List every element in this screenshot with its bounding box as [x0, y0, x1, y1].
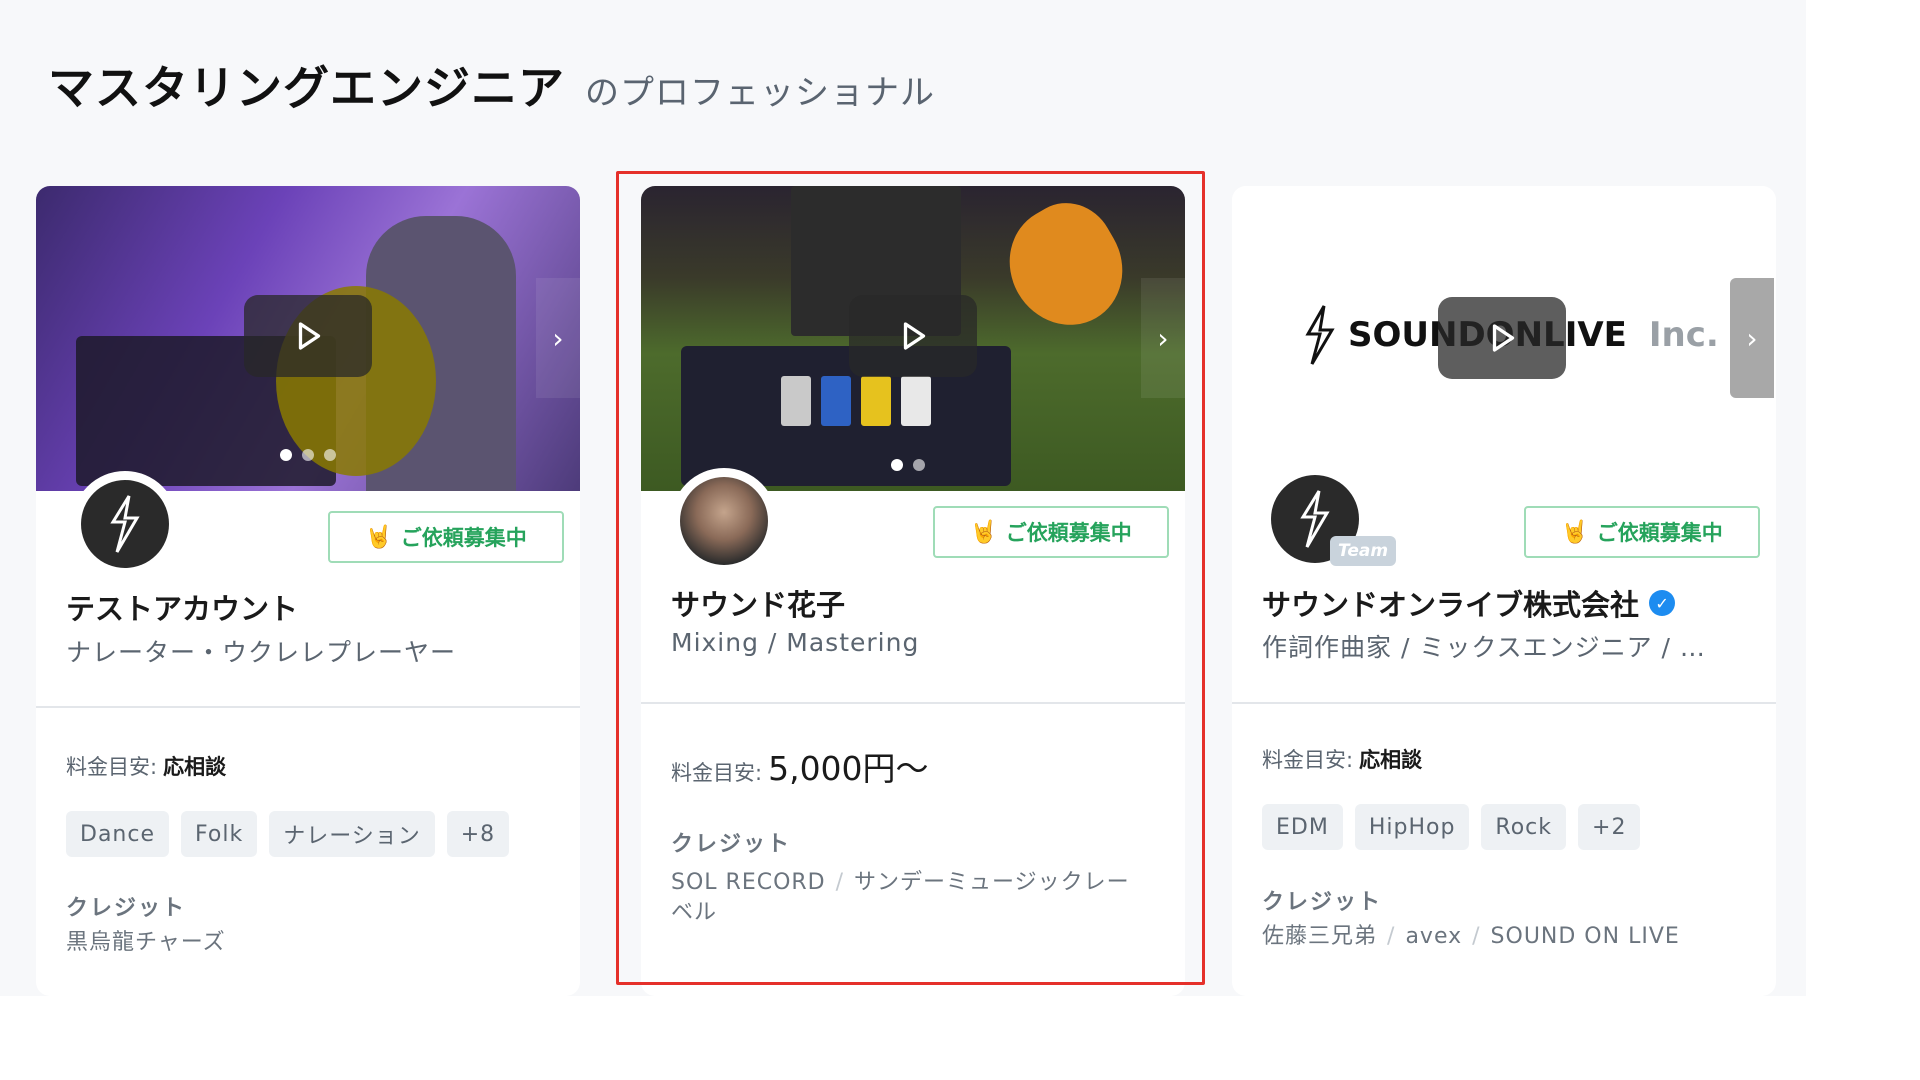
profile-card[interactable]: SOUNDONLIVE Inc. › Team 🤘 ご依頼募集中 サウンドオンラ…	[1232, 186, 1776, 996]
genre-tag[interactable]: HipHop	[1354, 804, 1470, 850]
genre-tag[interactable]: Rock	[1481, 804, 1567, 850]
credit-item: SOUND ON LIVE	[1490, 924, 1680, 949]
rock-hand-icon: 🤘	[970, 519, 998, 545]
bolt-logo-icon	[1305, 305, 1335, 365]
credit-label: クレジット	[66, 896, 187, 921]
credit-item: SOL RECORD	[671, 870, 826, 895]
bolt-logo-icon	[110, 495, 140, 553]
carousel-dot[interactable]	[280, 449, 292, 461]
divider	[1232, 702, 1776, 704]
verified-check-icon: ✓	[1649, 590, 1676, 616]
next-slide-button[interactable]: ›	[1730, 278, 1774, 398]
profile-role: ナレーター・ウクレレプレーヤー	[66, 638, 457, 667]
credit-item: 佐藤三兄弟	[1262, 924, 1378, 949]
profile-card[interactable]: › 🤘 ご依頼募集中 テストアカウント ナレーター・ウクレレプレーヤー 料金目安…	[36, 186, 580, 996]
genre-tag[interactable]: EDM	[1262, 804, 1343, 850]
play-icon	[298, 322, 321, 350]
carousel-dot[interactable]	[302, 449, 314, 461]
professionals-section: マスタリングエンジニア のプロフェッショナル › 🤘 ご依頼募集中 テストアカウ…	[0, 0, 1806, 996]
credit-item: 黒烏龍チャーズ	[66, 930, 226, 955]
next-slide-button[interactable]: ›	[536, 278, 580, 398]
price-value: 応相談	[163, 755, 227, 779]
avatar[interactable]: Team	[1262, 466, 1396, 572]
credit-item: avex	[1405, 924, 1463, 949]
section-title: マスタリングエンジニア	[48, 61, 565, 115]
genre-tag[interactable]: Dance	[66, 811, 169, 857]
play-button[interactable]	[1438, 297, 1566, 379]
rock-hand-icon: 🤘	[365, 524, 393, 550]
profile-name[interactable]: サウンド花子	[671, 582, 845, 624]
credit-label: クレジット	[671, 832, 792, 857]
carousel-dots	[280, 449, 336, 461]
carousel-dot[interactable]	[913, 459, 925, 471]
chevron-right-icon: ›	[1746, 321, 1758, 355]
recruiting-badge: 🤘 ご依頼募集中	[933, 506, 1169, 558]
section-heading: マスタリングエンジニア のプロフェッショナル	[48, 52, 935, 118]
carousel-dot[interactable]	[891, 459, 903, 471]
guitar-image	[988, 186, 1144, 346]
section-subtitle: のプロフェッショナル	[585, 73, 935, 113]
profile-name[interactable]: テストアカウント	[66, 586, 298, 628]
play-button[interactable]	[849, 295, 977, 377]
rock-hand-icon: 🤘	[1561, 519, 1589, 545]
play-button[interactable]	[244, 295, 372, 377]
price-value: 応相談	[1359, 748, 1423, 772]
avatar[interactable]	[72, 471, 178, 577]
team-badge: Team	[1330, 536, 1396, 566]
carousel-dots	[891, 459, 925, 471]
card-thumbnail[interactable]: ›	[36, 186, 580, 491]
play-icon	[1492, 324, 1515, 352]
play-icon	[903, 322, 926, 350]
profile-role: 作詞作曲家 / ミックスエンジニア / …	[1262, 633, 1706, 662]
genre-tags: Dance Folk ナレーション +8	[66, 811, 510, 857]
credit-label: クレジット	[1262, 890, 1383, 915]
price-info: 料金目安: 5,000円〜	[671, 742, 929, 790]
genre-tag[interactable]: ナレーション	[269, 811, 435, 857]
credit-list: 黒烏龍チャーズ	[66, 928, 546, 958]
more-tags[interactable]: +2	[1578, 804, 1641, 850]
profile-card[interactable]: › 🤘 ご依頼募集中 サウンド花子 Mixing / Mastering 料金目…	[641, 186, 1185, 996]
profile-role: Mixing / Mastering	[671, 628, 920, 657]
credit-list: 佐藤三兄弟 / avex / SOUND ON LIVE	[1262, 924, 1680, 949]
avatar-photo	[680, 477, 768, 565]
logo-inc: Inc.	[1648, 315, 1719, 355]
next-slide-button[interactable]: ›	[1141, 278, 1185, 398]
avatar[interactable]	[671, 468, 777, 574]
card-thumbnail[interactable]: SOUNDONLIVE Inc. ›	[1232, 186, 1776, 491]
divider	[36, 706, 580, 708]
profile-name[interactable]: サウンドオンライブ株式会社 ✓	[1262, 582, 1676, 624]
divider	[641, 702, 1185, 704]
price-value: 5,000円〜	[768, 749, 929, 788]
recruiting-badge: 🤘 ご依頼募集中	[1524, 506, 1760, 558]
recruiting-badge: 🤘 ご依頼募集中	[328, 511, 564, 563]
chevron-right-icon: ›	[552, 321, 564, 355]
more-tags[interactable]: +8	[446, 811, 510, 857]
card-thumbnail[interactable]: ›	[641, 186, 1185, 491]
genre-tags: EDM HipHop Rock +2	[1262, 804, 1641, 850]
carousel-dot[interactable]	[324, 449, 336, 461]
genre-tag[interactable]: Folk	[181, 811, 258, 857]
chevron-right-icon: ›	[1157, 321, 1169, 355]
price-info: 料金目安: 応相談	[1262, 744, 1422, 774]
price-info: 料金目安: 応相談	[66, 751, 226, 781]
credit-list: SOL RECORD / サンデーミュージックレーベル	[671, 870, 1130, 925]
